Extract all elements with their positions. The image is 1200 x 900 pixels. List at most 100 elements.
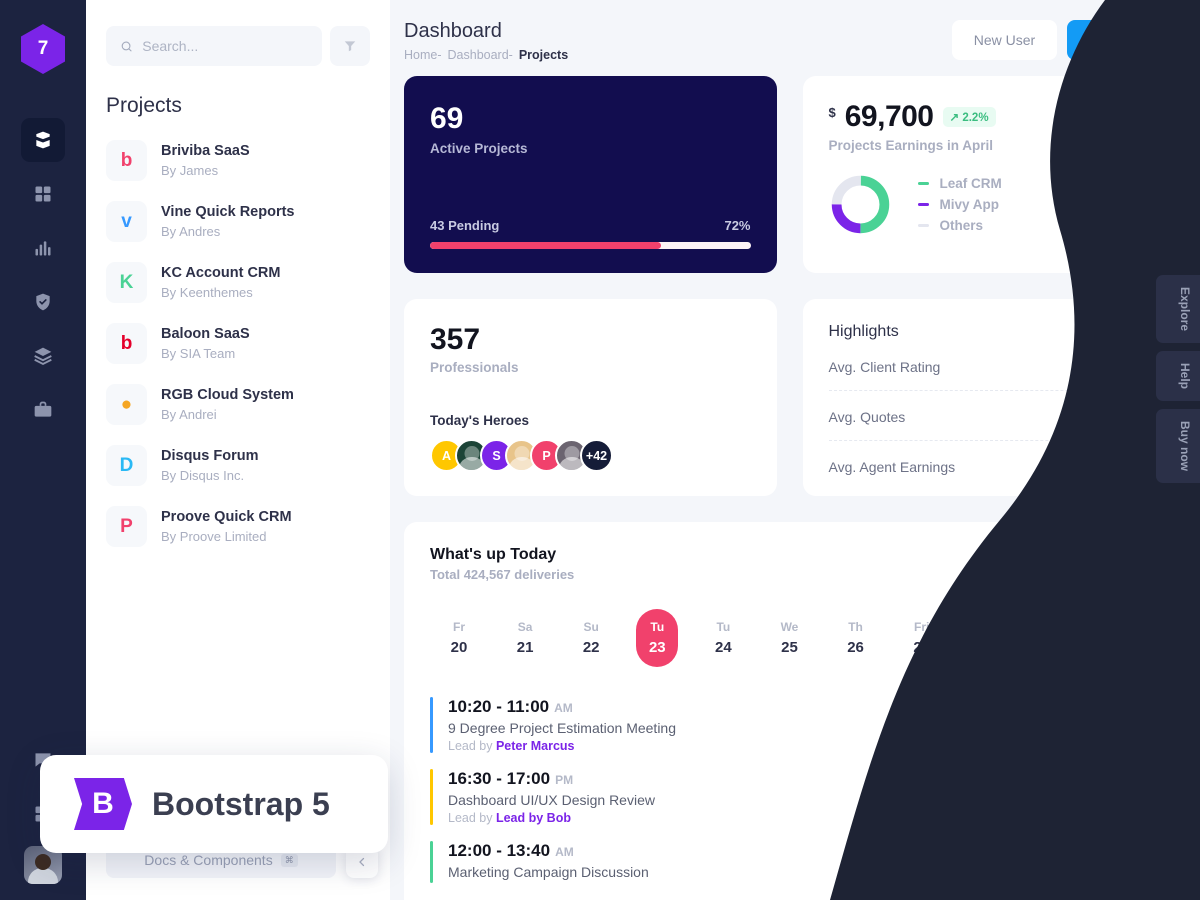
earnings-chart-area: Leaf CRM $7,660 Mivy App $2,820 Others $45,25… <box>829 173 1149 236</box>
date-number: 20 <box>450 639 468 656</box>
project-owner: By Andres <box>161 223 221 239</box>
search-input[interactable] <box>142 38 308 54</box>
view-event-button[interactable]: View <box>1079 779 1149 815</box>
date-chip[interactable]: Fri 27 <box>901 609 943 667</box>
professionals-card: 357 Professionals Today's Heroes A S P +42 <box>404 299 777 496</box>
rail-item-grid[interactable] <box>21 172 65 216</box>
date-weekday: Fr <box>453 620 465 634</box>
trend-arrow-icon: ↗ <box>1076 458 1088 474</box>
docs-label: Docs & Components <box>144 852 273 868</box>
projects-list: b Briviba SaaS By James v Vine Quick Reports… <box>86 124 390 557</box>
highlight-label: Avg. Agent Earnings <box>828 458 956 475</box>
view-event-button[interactable]: View <box>1079 844 1149 880</box>
view-event-button[interactable]: View <box>1079 707 1149 743</box>
avatar-more-count[interactable]: +42 <box>580 439 613 472</box>
date-weekday: Su <box>583 620 599 634</box>
list-item[interactable]: v Vine Quick Reports By Andres <box>106 191 370 252</box>
date-number: 26 <box>847 639 864 656</box>
project-owner: By Proove Limited <box>161 528 267 544</box>
filter-button[interactable] <box>330 26 370 66</box>
cube-icon <box>36 131 50 149</box>
list-item[interactable]: ● RGB Cloud System By Andrei <box>106 374 370 435</box>
date-number: 24 <box>715 639 732 656</box>
project-logo-icon: P <box>106 506 147 547</box>
highlight-number: 7.8 <box>1099 358 1121 375</box>
date-chip[interactable]: We 25 <box>768 609 810 667</box>
project-logo-icon: D <box>106 445 147 486</box>
date-weekday: Sa <box>980 620 996 634</box>
date-weekday: We <box>780 620 799 634</box>
event-lead: Lead by Peter Marcus <box>448 739 575 753</box>
legend-color-dash <box>917 224 929 227</box>
date-weekday: Tu <box>716 620 731 634</box>
date-weekday: Mo <box>1111 620 1129 634</box>
date-chip[interactable]: Su 29 <box>1033 609 1075 667</box>
page-title: Dashboard <box>404 20 502 42</box>
page-header: Dashboard Home- Dashboard- Projects <box>404 20 568 62</box>
top-actions: New User New Goal <box>951 20 1175 60</box>
event-lead-name[interactable]: Peter Marcus <box>496 739 575 753</box>
highlight-row: Avg. Agent Earnings ↗ $2,309 <box>829 441 1150 490</box>
new-goal-button[interactable]: New Goal <box>1067 20 1175 60</box>
layers-icon <box>34 347 52 365</box>
date-chip[interactable]: Su 22 <box>570 609 612 667</box>
highlight-value: ↗ 7.8/10 <box>1080 358 1149 375</box>
progress-track <box>430 242 751 249</box>
rail-item-layers[interactable] <box>21 334 65 378</box>
highlight-number: 730 <box>1115 408 1141 425</box>
rail-item-briefcase[interactable] <box>21 388 65 432</box>
list-item[interactable]: D Disqus Forum By Disqus Inc. <box>106 435 370 496</box>
event-time: 12:00 - 13:40 <box>448 841 551 860</box>
new-user-button[interactable]: New User <box>951 20 1058 60</box>
list-item[interactable]: b Baloon SaaS By SIA Team <box>106 313 370 374</box>
pending-label: 43 Pending <box>430 218 500 233</box>
project-owner: By Disqus Inc. <box>161 467 245 483</box>
date-number: 28 <box>979 639 997 656</box>
date-chip[interactable]: Fr 20 <box>438 609 480 667</box>
cards-grid: 69 Active Projects 43 Pending 72% 357 Pr… <box>390 62 1200 496</box>
breadcrumb-home[interactable]: Home- <box>404 48 442 62</box>
right-column: $ 69,700 ↗ 2.2% Projects Earnings in Apr… <box>802 76 1175 496</box>
event-lead-name[interactable]: Lead by Bob <box>496 811 571 825</box>
legend-color-dash <box>917 203 929 206</box>
list-item[interactable]: b Briviba SaaS By James <box>106 130 370 191</box>
bootstrap-logo-letter: B <box>92 787 114 820</box>
currency-symbol: $ <box>828 105 836 120</box>
date-number: 30 <box>1111 639 1129 656</box>
earnings-subtitle: Projects Earnings in April <box>828 138 994 153</box>
date-chip[interactable]: Sa 28 <box>967 609 1009 667</box>
list-item[interactable]: P Proove Quick CRM By Proove Limited <box>106 496 370 557</box>
legend-label: Mivy App <box>939 197 1000 212</box>
breadcrumb-dashboard[interactable]: Dashboard- <box>448 48 513 62</box>
app-logo[interactable]: 7 <box>21 24 65 74</box>
date-chip[interactable]: Tu 24 <box>702 609 744 667</box>
search-box[interactable] <box>106 26 322 66</box>
rail-item-security[interactable] <box>21 280 65 324</box>
date-chip[interactable]: Mo 30 <box>1099 609 1141 667</box>
highlights-title: Highlights <box>828 323 899 340</box>
rail-item-analytics[interactable] <box>21 226 65 270</box>
highlights-rows: Avg. Client Rating ↗ 7.8/10 Avg. Quotes ↙ 730… <box>828 341 1150 490</box>
side-tab-explore[interactable]: Explore <box>1156 275 1200 344</box>
side-tab-buy-now[interactable]: Buy now <box>1156 409 1200 484</box>
highlight-number: $2,309 <box>1095 458 1141 475</box>
events-list: 10:20 - 11:00 AM 9 Degree Project Estimati… <box>430 689 1149 891</box>
report-center-button[interactable]: Report Cecnter <box>1021 546 1149 583</box>
legend-value: $45,257 <box>1100 218 1149 233</box>
project-owner: By SIA Team <box>161 345 236 361</box>
event-body: 10:20 - 11:00 AM 9 Degree Project Estimati… <box>448 697 676 753</box>
date-chip[interactable]: Sa 21 <box>504 609 546 667</box>
date-chip[interactable]: Tu 23 <box>636 609 679 667</box>
app-logo-text: 7 <box>37 38 49 59</box>
date-weekday: Su <box>1046 620 1062 634</box>
date-chip[interactable]: Th 26 <box>835 609 877 667</box>
earnings-amount: 69,700 <box>844 100 934 133</box>
topbar: Dashboard Home- Dashboard- Projects New … <box>390 0 1200 62</box>
rail-item-cube[interactable] <box>21 118 65 162</box>
list-item[interactable]: K KC Account CRM By Keenthemes <box>106 252 370 313</box>
highlight-label: Avg. Client Rating <box>828 358 941 375</box>
side-tab-help[interactable]: Help <box>1156 351 1200 402</box>
highlight-value: ↗ $2,309 <box>1076 458 1149 475</box>
dashboard-screen: 7 Search... Projects b Briviba SaaS By J… <box>0 0 1200 900</box>
date-number: 21 <box>516 639 534 656</box>
